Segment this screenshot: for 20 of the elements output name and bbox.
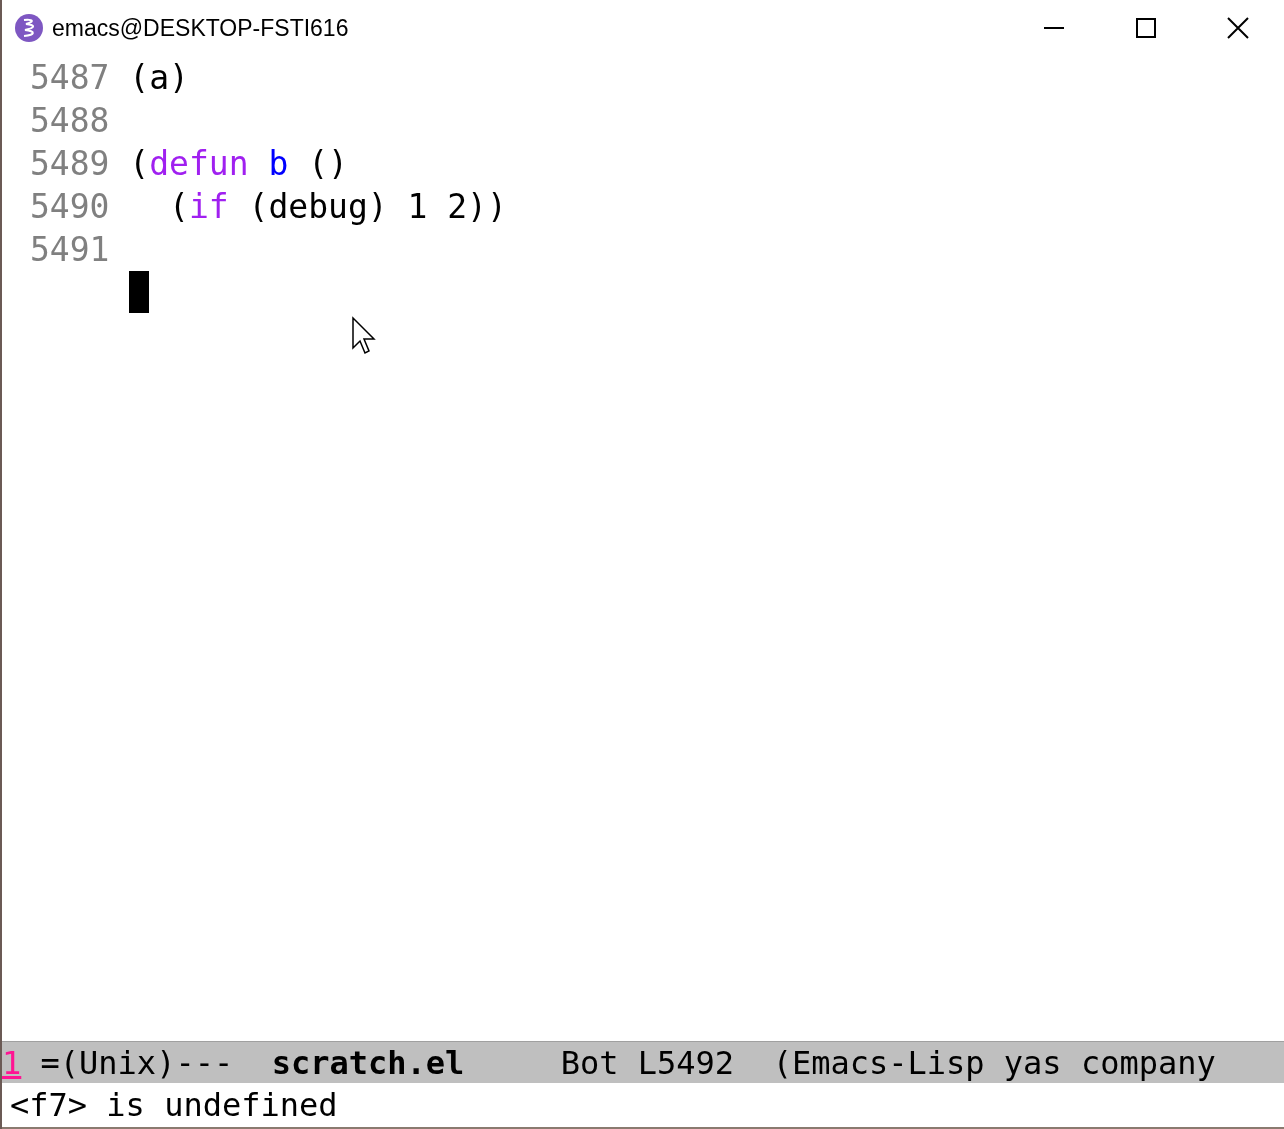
mode-line-item: =(Unix)--- [40, 1043, 234, 1082]
mouse-pointer-icon [351, 316, 377, 356]
mode-line-item: 1 [2, 1043, 22, 1082]
line-number: 5488 [30, 100, 110, 142]
maximize-icon [1136, 18, 1156, 38]
minimize-icon [1044, 27, 1064, 29]
echo-message: <f7> is undefined [10, 1086, 338, 1124]
code-line: (defun b () [129, 143, 348, 185]
line-number: 5487 [30, 57, 110, 99]
close-icon [1227, 17, 1249, 39]
line-number: 5489 [30, 143, 110, 185]
code-line: (a) [129, 57, 189, 99]
mode-line-item: Bot L5492 [560, 1043, 735, 1082]
code-line: (if (debug) 1 2)) [168, 186, 507, 228]
emacs-logo-icon [14, 13, 44, 43]
mode-line-item: scratch.el [271, 1043, 465, 1082]
line-number: 5490 [30, 186, 110, 228]
mode-line-item: (Emacs-Lisp yas company [772, 1043, 1216, 1082]
window-title: emacs@DESKTOP-FSTI616 [52, 14, 349, 42]
line-number: 5491 [30, 229, 110, 271]
